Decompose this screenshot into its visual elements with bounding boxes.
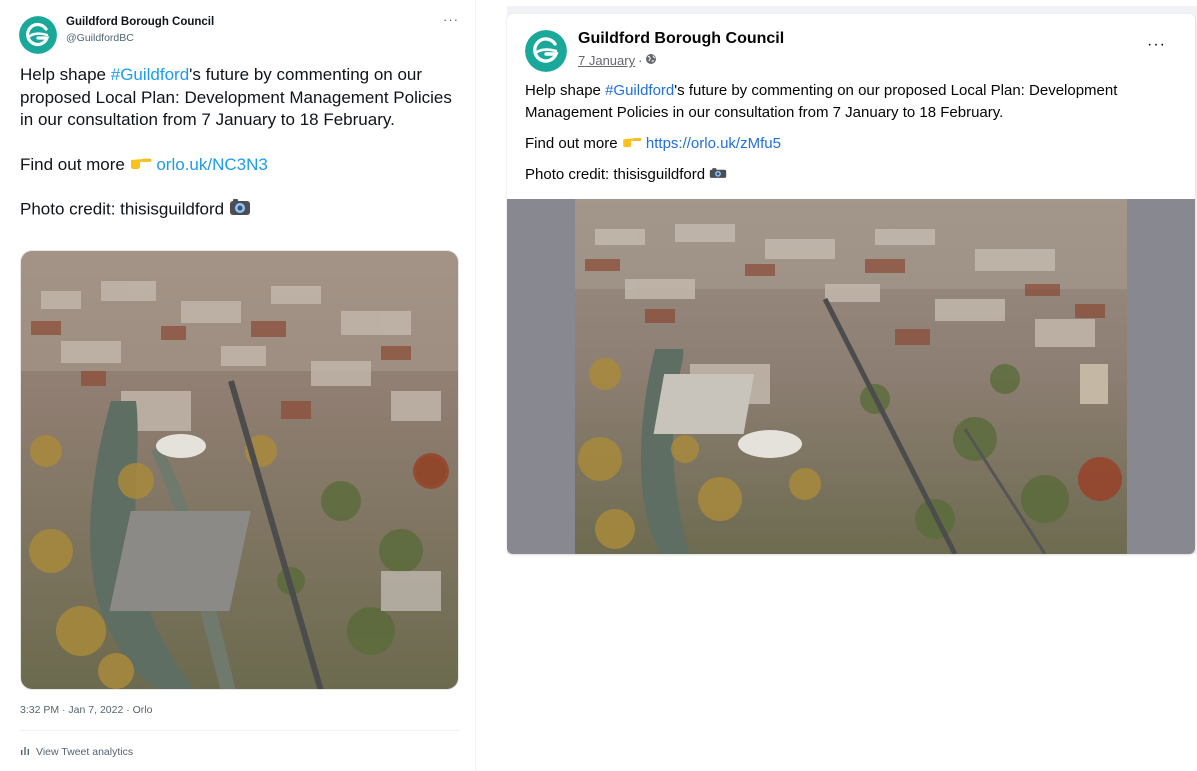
more-options-button[interactable]: ··· xyxy=(443,12,459,27)
guildford-logo-avatar[interactable] xyxy=(19,16,57,54)
tweet-card: Guildford Borough Council @GuildfordBC ·… xyxy=(0,0,476,771)
camera-icon xyxy=(229,198,251,223)
view-tweet-analytics-link[interactable]: View Tweet analytics xyxy=(20,745,133,758)
orlo-link[interactable]: https://orlo.uk/zMfu5 xyxy=(646,135,781,152)
tweet-text-part: Help shape xyxy=(20,65,111,84)
photo-credit-label: Photo credit: thisisguildford xyxy=(525,165,710,183)
find-out-more-label: Find out more xyxy=(525,134,622,152)
post-date-link[interactable]: 7 January xyxy=(578,53,635,68)
facebook-post-card: Guildford Borough Council 7 January · ··… xyxy=(507,14,1195,554)
photo-credit-label: Photo credit: thisisguildford xyxy=(20,200,229,219)
account-name[interactable]: Guildford Borough Council xyxy=(66,16,214,28)
aerial-photo-guildford[interactable] xyxy=(575,199,1127,554)
hashtag-link[interactable]: #Guildford xyxy=(111,65,189,84)
post-text: Help shape #Guildford's future by commen… xyxy=(525,80,1189,195)
orlo-link[interactable]: orlo.uk/NC3N3 xyxy=(156,155,268,174)
aerial-photo-guildford[interactable] xyxy=(20,250,459,690)
pointing-hand-icon xyxy=(130,154,152,177)
facebook-feed-background: Guildford Borough Council 7 January · ··… xyxy=(507,6,1197,554)
hashtag-link[interactable]: #Guildford xyxy=(605,82,674,99)
find-out-more-label: Find out more xyxy=(20,154,130,174)
date-separator: · xyxy=(638,53,643,68)
camera-icon xyxy=(709,164,727,186)
post-date: 7 January · xyxy=(578,53,657,68)
tweet-timestamp[interactable]: 3:32 PM · Jan 7, 2022 · Orlo xyxy=(20,704,152,716)
account-handle[interactable]: @GuildfordBC xyxy=(66,32,134,44)
divider xyxy=(20,730,459,731)
pointing-hand-icon xyxy=(622,133,642,155)
analytics-bars-icon xyxy=(20,745,30,758)
guildford-logo-avatar[interactable] xyxy=(525,30,567,72)
page-name[interactable]: Guildford Borough Council xyxy=(578,30,784,48)
tweet-text: Help shape #Guildford's future by commen… xyxy=(20,64,460,223)
globe-icon xyxy=(645,53,657,68)
analytics-label: View Tweet analytics xyxy=(36,745,134,758)
post-text-part: Help shape xyxy=(525,82,606,99)
more-options-button[interactable]: ··· xyxy=(1147,36,1166,54)
